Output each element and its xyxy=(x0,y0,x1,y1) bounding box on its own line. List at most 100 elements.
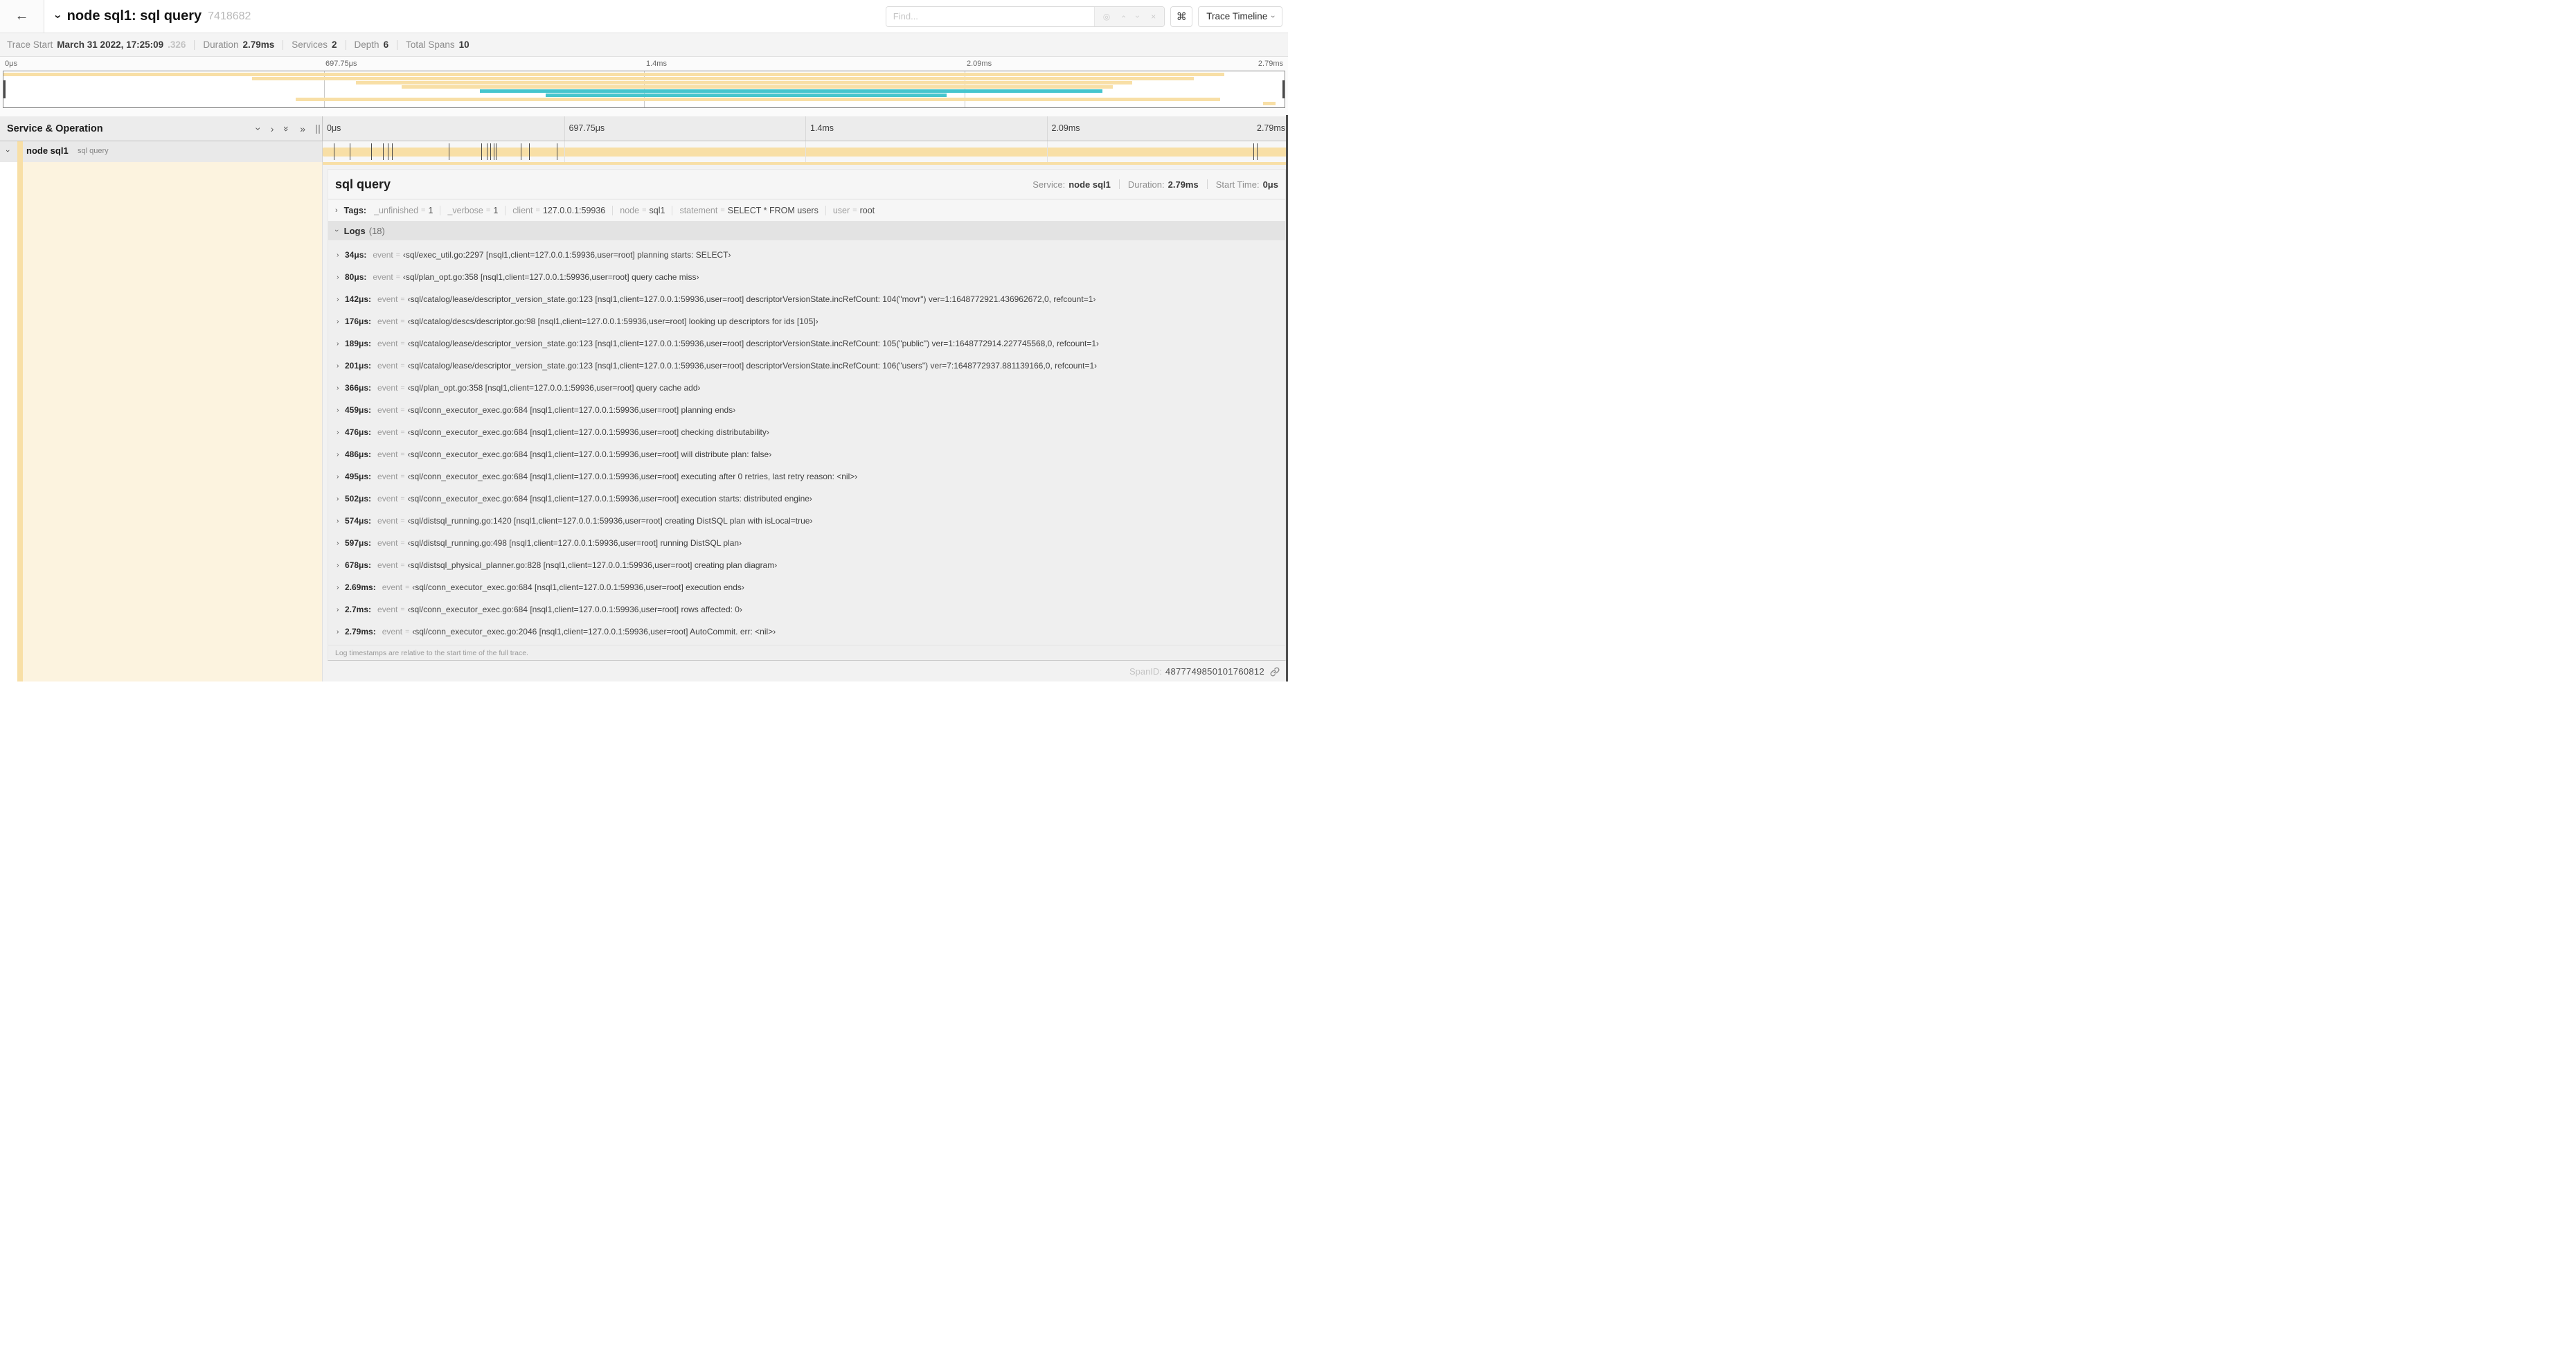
log-row[interactable]: › 597μs: event = ‹sql/distsql_running.go:498… xyxy=(328,532,1285,554)
tag-separator xyxy=(612,205,614,215)
minimap-left-handle[interactable] xyxy=(3,80,6,98)
summary-value: March 31 2022, 17:25:09 xyxy=(57,39,164,50)
log-expand-icon[interactable]: › xyxy=(337,295,345,303)
log-expand-icon[interactable]: › xyxy=(337,561,345,569)
logs-collapse-icon[interactable]: › xyxy=(332,229,341,232)
start-time-label: Start Time: xyxy=(1215,179,1260,190)
log-expand-icon[interactable]: › xyxy=(337,517,345,525)
log-row[interactable]: › 502μs: event = ‹sql/conn_executor_exec.go:… xyxy=(328,488,1285,510)
log-timestamp: 502μs: xyxy=(345,494,372,504)
locate-icon[interactable]: ◎ xyxy=(1103,12,1110,21)
minimap-span-bar xyxy=(355,81,1132,84)
vertical-scrollbar[interactable] xyxy=(1286,115,1288,682)
deep-link-icon[interactable] xyxy=(1270,667,1280,677)
log-row[interactable]: › 189μs: event = ‹sql/catalog/lease/descript… xyxy=(328,332,1285,355)
log-expand-icon[interactable]: › xyxy=(337,317,345,326)
ruler-tick-label: 697.75μs xyxy=(564,116,806,141)
log-row[interactable]: › 2.79ms: event = ‹sql/conn_executor_exec.go… xyxy=(328,621,1285,643)
log-timestamp: 678μs: xyxy=(345,560,372,570)
log-row[interactable]: › 495μs: event = ‹sql/conn_executor_exec.go:… xyxy=(328,465,1285,488)
span-row-bar-cell[interactable] xyxy=(323,141,1288,162)
log-expand-icon[interactable]: › xyxy=(337,605,345,614)
log-field-value: ‹sql/plan_opt.go:358 [nsql1,client=127.0… xyxy=(407,383,701,393)
collapse-one-icon[interactable]: › xyxy=(253,127,264,130)
minimap-right-handle[interactable] xyxy=(1282,80,1285,98)
keyboard-shortcuts-button[interactable]: ⌘ xyxy=(1170,6,1193,27)
logs-header[interactable]: › Logs (18) xyxy=(328,221,1285,240)
log-field-key: event xyxy=(373,272,393,282)
span-row-name-cell[interactable]: › node sql1 sql query xyxy=(0,141,323,162)
log-expand-icon[interactable]: › xyxy=(337,472,345,481)
log-row[interactable]: › 201μs: event = ‹sql/catalog/lease/descript… xyxy=(328,355,1285,377)
equals-sign: = xyxy=(400,539,405,547)
find-prev-icon[interactable]: › xyxy=(1118,15,1128,18)
equals-sign: = xyxy=(400,495,405,503)
detail-panel-area: sql query Service: node sql1 Duration: 2.7… xyxy=(323,162,1288,682)
log-expand-icon[interactable]: › xyxy=(337,450,345,458)
tag-key: node xyxy=(620,205,640,215)
find-input[interactable] xyxy=(886,6,1094,26)
log-row[interactable]: › 678μs: event = ‹sql/distsql_physical_plann… xyxy=(328,554,1285,576)
ruler-tick-label: 2.79ms xyxy=(1257,123,1285,133)
minimap-canvas[interactable] xyxy=(3,71,1285,108)
find-clear-icon[interactable]: × xyxy=(1151,12,1156,21)
find-next-icon[interactable]: › xyxy=(1133,15,1143,18)
tag-item: user = root xyxy=(833,206,875,215)
log-expand-icon[interactable]: › xyxy=(337,428,345,436)
tags-row[interactable]: › Tags: _unfinished = 1 _verbose = 1 client = 12… xyxy=(328,199,1285,221)
logs-list: › 34μs: event = ‹sql/exec_util.go:2297 [nsql… xyxy=(328,240,1285,645)
log-row[interactable]: › 574μs: event = ‹sql/distsql_running.go:142… xyxy=(328,510,1285,532)
log-expand-icon[interactable]: › xyxy=(337,406,345,414)
log-row[interactable]: › 366μs: event = ‹sql/plan_opt.go:358 [nsql1… xyxy=(328,377,1285,399)
log-expand-icon[interactable]: › xyxy=(337,339,345,348)
minimap-ruler-label: 697.75μs xyxy=(325,60,357,68)
span-bar-thin xyxy=(323,162,1288,165)
log-row[interactable]: › 142μs: event = ‹sql/catalog/lease/descript… xyxy=(328,288,1285,310)
span-collapse-icon[interactable]: › xyxy=(3,150,12,152)
back-button[interactable]: ← xyxy=(0,0,44,33)
log-expand-icon[interactable]: › xyxy=(337,273,345,281)
expand-all-icon[interactable]: » xyxy=(300,123,305,134)
log-expand-icon[interactable]: › xyxy=(337,362,345,370)
log-marker-tick xyxy=(383,143,384,160)
summary-item: Total Spans 10 xyxy=(406,39,469,50)
log-field-value: ‹sql/conn_executor_exec.go:684 [nsql1,cl… xyxy=(407,472,858,481)
log-expand-icon[interactable]: › xyxy=(337,539,345,547)
log-expand-icon[interactable]: › xyxy=(337,251,345,259)
back-arrow-icon: ← xyxy=(15,8,29,24)
log-timestamp: 486μs: xyxy=(345,449,372,459)
log-row[interactable]: › 176μs: event = ‹sql/catalog/descs/descript… xyxy=(328,310,1285,332)
log-timestamp: 2.69ms: xyxy=(345,582,376,592)
log-row[interactable]: › 459μs: event = ‹sql/conn_executor_exec.go:… xyxy=(328,399,1285,421)
log-expand-icon[interactable]: › xyxy=(337,583,345,591)
top-bar: ← › node sql1: sql query 7418682 ◎ › › ×… xyxy=(0,0,1288,33)
log-row[interactable]: › 2.69ms: event = ‹sql/conn_executor_exec.go… xyxy=(328,576,1285,598)
tag-value: root xyxy=(859,205,875,215)
log-row[interactable]: › 2.7ms: event = ‹sql/conn_executor_exec.go:… xyxy=(328,598,1285,621)
span-operation-name: sql query xyxy=(78,147,109,155)
log-row[interactable]: › 486μs: event = ‹sql/conn_executor_exec.go:… xyxy=(328,443,1285,465)
minimap-span-bar xyxy=(545,93,947,97)
view-selector-button[interactable]: Trace Timeline › xyxy=(1198,6,1282,27)
trace-collapse-icon[interactable]: › xyxy=(51,15,65,19)
tags-expand-icon[interactable]: › xyxy=(335,206,338,215)
expand-one-icon[interactable]: › xyxy=(271,123,274,134)
span-detail-card: sql query Service: node sql1 Duration: 2.7… xyxy=(328,169,1286,661)
span-id-label: SpanID: xyxy=(1129,666,1162,677)
log-expand-icon[interactable]: › xyxy=(337,627,345,636)
log-timestamp: 495μs: xyxy=(345,472,372,481)
log-row[interactable]: › 34μs: event = ‹sql/exec_util.go:2297 [nsql… xyxy=(328,244,1285,266)
timeline-header-row: Service & Operation › › » » 0μs 697.75μs 1… xyxy=(0,116,1288,141)
tag-item: _verbose = 1 xyxy=(447,206,498,215)
log-row[interactable]: › 80μs: event = ‹sql/plan_opt.go:358 [nsql1,… xyxy=(328,266,1285,288)
log-field-key: event xyxy=(377,317,398,326)
find-controls: ◎ › › × xyxy=(1093,6,1165,26)
log-expand-icon[interactable]: › xyxy=(337,384,345,392)
log-expand-icon[interactable]: › xyxy=(337,495,345,503)
log-marker-tick xyxy=(487,143,488,160)
column-resizer-handle[interactable] xyxy=(316,125,320,134)
log-field-value: ‹sql/distsql_running.go:498 [nsql1,clien… xyxy=(407,538,742,548)
log-field-value: ‹sql/plan_opt.go:358 [nsql1,client=127.0… xyxy=(402,272,699,282)
collapse-all-icon[interactable]: » xyxy=(281,126,292,132)
log-row[interactable]: › 476μs: event = ‹sql/conn_executor_exec.go:… xyxy=(328,421,1285,443)
